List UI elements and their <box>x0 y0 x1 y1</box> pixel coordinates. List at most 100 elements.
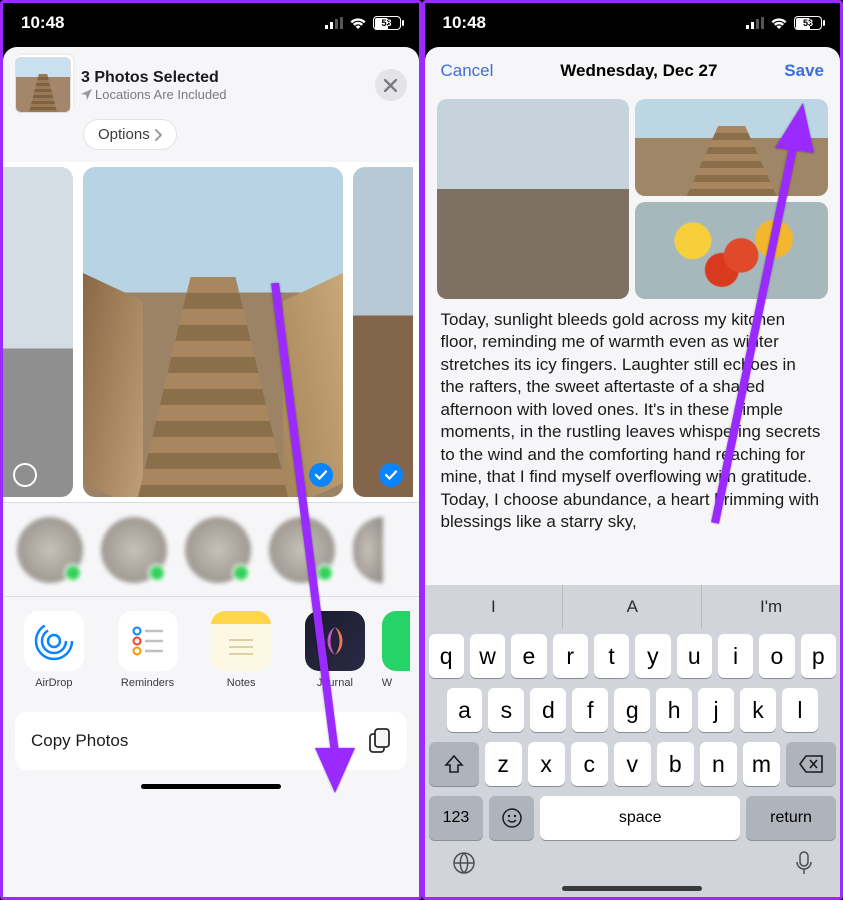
wifi-icon <box>349 17 367 30</box>
chevron-right-icon <box>154 129 162 141</box>
status-icons: 53 <box>325 16 401 30</box>
key-l[interactable]: l <box>782 688 818 732</box>
photo-strip[interactable] <box>3 162 419 502</box>
collage-photo[interactable] <box>437 99 630 299</box>
key-h[interactable]: h <box>656 688 692 732</box>
key-e[interactable]: e <box>511 634 546 678</box>
airdrop-icon <box>24 611 84 671</box>
app-notes[interactable]: Notes <box>194 611 288 689</box>
share-contacts-row[interactable] <box>3 502 419 596</box>
key-t[interactable]: t <box>594 634 629 678</box>
home-indicator[interactable] <box>562 886 702 891</box>
close-button[interactable] <box>375 69 407 101</box>
suggestion[interactable]: I'm <box>702 585 840 629</box>
status-icons: 53 <box>746 16 822 30</box>
app-journal[interactable]: Journal <box>288 611 382 689</box>
emoji-key[interactable] <box>489 796 534 840</box>
phone-left: 10:48 53 3 Photos Selected Locations Are… <box>0 0 422 900</box>
battery-icon: 53 <box>794 16 822 30</box>
photo-collage[interactable] <box>437 99 829 299</box>
backspace-key[interactable] <box>786 742 836 786</box>
mic-icon[interactable] <box>794 850 814 876</box>
copy-photos-action[interactable]: Copy Photos <box>15 712 407 770</box>
key-r[interactable]: r <box>553 634 588 678</box>
key-a[interactable]: a <box>447 688 483 732</box>
key-w[interactable]: w <box>470 634 505 678</box>
contact-avatar[interactable] <box>269 517 335 583</box>
shift-key[interactable] <box>429 742 479 786</box>
suggestion[interactable]: A <box>563 585 702 629</box>
suggestion[interactable]: I <box>425 585 564 629</box>
emoji-icon <box>501 807 523 829</box>
app-airdrop[interactable]: AirDrop <box>7 611 101 689</box>
cellular-icon <box>325 17 343 29</box>
photo-thumbnail[interactable] <box>353 167 413 497</box>
key-z[interactable]: z <box>485 742 522 786</box>
key-row-2: asdfghjkl <box>425 683 841 737</box>
options-button[interactable]: Options <box>83 119 177 150</box>
journal-compose: Cancel Wednesday, Dec 27 Save Today, sun… <box>425 47 841 897</box>
key-m[interactable]: m <box>743 742 780 786</box>
space-key[interactable]: space <box>540 796 740 840</box>
key-j[interactable]: j <box>698 688 734 732</box>
key-g[interactable]: g <box>614 688 650 732</box>
checkmark-icon <box>309 463 333 487</box>
selection-ring-icon <box>13 463 37 487</box>
key-row-3: zxcvbnm <box>425 737 841 791</box>
status-bar: 10:48 53 <box>425 3 841 43</box>
globe-icon[interactable] <box>451 850 477 876</box>
key-i[interactable]: i <box>718 634 753 678</box>
return-key[interactable]: return <box>746 796 836 840</box>
share-sheet: 3 Photos Selected Locations Are Included… <box>3 47 419 897</box>
contact-avatar[interactable] <box>185 517 251 583</box>
share-header: 3 Photos Selected Locations Are Included <box>3 47 419 123</box>
app-reminders[interactable]: Reminders <box>101 611 195 689</box>
phone-right: 10:48 53 Cancel Wednesday, Dec 27 Save T… <box>422 0 843 900</box>
photo-thumbnail[interactable] <box>83 167 343 497</box>
key-c[interactable]: c <box>571 742 608 786</box>
share-subtitle: Locations Are Included <box>81 87 365 102</box>
clock: 10:48 <box>21 13 64 33</box>
key-d[interactable]: d <box>530 688 566 732</box>
copy-icon <box>369 728 391 754</box>
app-partial[interactable]: W <box>382 611 415 689</box>
save-button[interactable]: Save <box>784 61 824 81</box>
photo-thumbnail[interactable] <box>3 167 73 497</box>
contact-avatar[interactable] <box>17 517 83 583</box>
key-o[interactable]: o <box>759 634 794 678</box>
key-x[interactable]: x <box>528 742 565 786</box>
contact-avatar[interactable] <box>101 517 167 583</box>
key-p[interactable]: p <box>801 634 836 678</box>
key-v[interactable]: v <box>614 742 651 786</box>
notes-icon <box>211 611 271 671</box>
backspace-icon <box>799 755 823 773</box>
nav-bar: Cancel Wednesday, Dec 27 Save <box>425 47 841 95</box>
key-s[interactable]: s <box>488 688 524 732</box>
numbers-key[interactable]: 123 <box>429 796 484 840</box>
key-y[interactable]: y <box>635 634 670 678</box>
key-b[interactable]: b <box>657 742 694 786</box>
keyboard: I A I'm qwertyuiop asdfghjkl zxcvbnm 123 <box>425 585 841 897</box>
status-bar: 10:48 53 <box>3 3 419 43</box>
selection-thumbnail[interactable] <box>15 57 71 113</box>
key-k[interactable]: k <box>740 688 776 732</box>
key-row-1: qwertyuiop <box>425 629 841 683</box>
collage-photo[interactable] <box>635 99 828 196</box>
entry-date-title: Wednesday, Dec 27 <box>560 61 717 81</box>
shift-icon <box>444 754 464 774</box>
close-icon <box>384 79 397 92</box>
contact-avatar[interactable] <box>353 517 383 583</box>
key-u[interactable]: u <box>677 634 712 678</box>
key-n[interactable]: n <box>700 742 737 786</box>
battery-icon: 53 <box>373 16 401 30</box>
whatsapp-icon <box>382 611 410 671</box>
key-q[interactable]: q <box>429 634 464 678</box>
key-f[interactable]: f <box>572 688 608 732</box>
journal-textarea[interactable]: Today, sunlight bleeds gold across my ki… <box>425 309 841 585</box>
home-indicator[interactable] <box>141 784 281 789</box>
share-title: 3 Photos Selected <box>81 69 365 87</box>
checkmark-icon <box>379 463 403 487</box>
wifi-icon <box>770 17 788 30</box>
collage-photo[interactable] <box>635 202 828 299</box>
cancel-button[interactable]: Cancel <box>441 61 494 81</box>
